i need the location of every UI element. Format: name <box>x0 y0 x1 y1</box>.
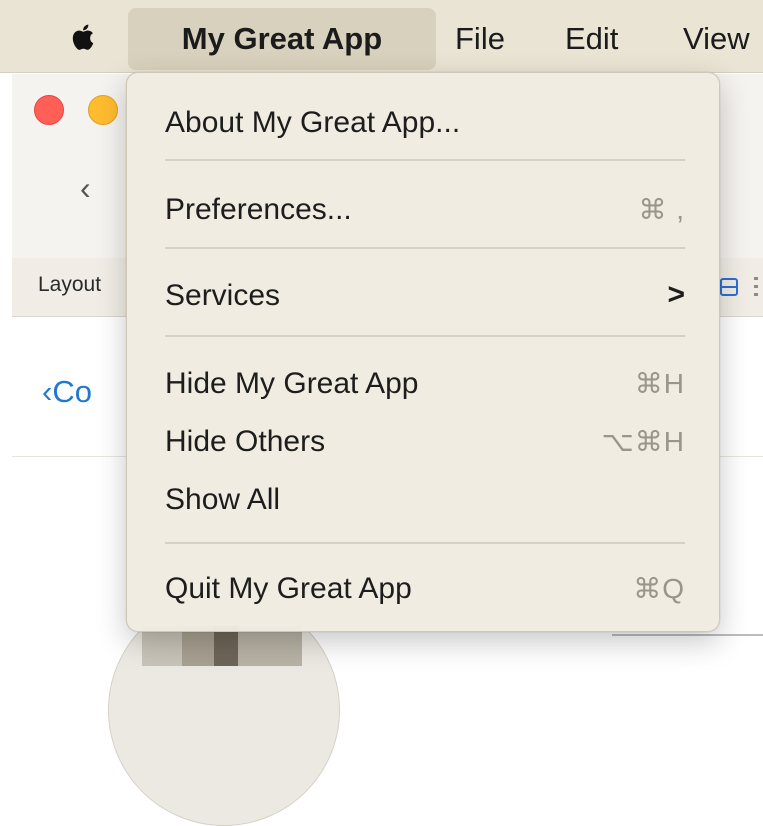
menu-separator <box>165 247 685 249</box>
apple-logo-icon[interactable] <box>68 22 96 52</box>
menu-item-services[interactable]: Services > <box>165 270 685 322</box>
view-menu[interactable]: View <box>683 8 750 70</box>
menu-item-about[interactable]: About My Great App... <box>165 97 685 149</box>
back-chevron-icon[interactable]: ‹ <box>80 170 91 207</box>
menu-item-label: Hide My Great App <box>165 367 419 400</box>
menu-item-show-all[interactable]: Show All <box>165 474 685 526</box>
menu-separator <box>165 159 685 161</box>
file-menu[interactable]: File <box>455 8 505 70</box>
edit-menu[interactable]: Edit <box>565 8 618 70</box>
menu-item-label: Show All <box>165 483 281 516</box>
menu-separator <box>165 335 685 337</box>
menu-item-hide-others[interactable]: Hide Others ⌥⌘H <box>165 416 685 468</box>
photo-image <box>142 626 302 666</box>
app-dropdown-menu: About My Great App... Preferences... ⌘ ,… <box>126 72 720 632</box>
close-window-button[interactable] <box>34 95 64 125</box>
back-link[interactable]: ‹Co <box>42 374 92 410</box>
menu-item-preferences[interactable]: Preferences... ⌘ , <box>165 184 685 236</box>
shortcut-label: ⌘Q <box>633 573 685 604</box>
menu-item-label: About My Great App... <box>165 106 461 139</box>
menu-item-label: Quit My Great App <box>165 572 412 605</box>
more-options-icon[interactable] <box>754 277 758 297</box>
menu-item-label: Services <box>165 279 281 312</box>
menu-bar: My Great App File Edit View <box>0 0 763 73</box>
menu-item-label: Preferences... <box>165 193 352 226</box>
sidebar-toggle-icon[interactable] <box>720 278 738 296</box>
menu-separator <box>165 542 685 544</box>
divider <box>612 634 763 636</box>
layout-label[interactable]: Layout <box>38 273 101 297</box>
app-menu[interactable]: My Great App <box>128 8 436 70</box>
menu-item-hide-app[interactable]: Hide My Great App ⌘H <box>165 358 685 410</box>
shortcut-label: ⌘ , <box>638 194 685 225</box>
shortcut-label: ⌘H <box>634 368 685 399</box>
minimize-window-button[interactable] <box>88 95 118 125</box>
submenu-chevron-icon: > <box>667 278 685 311</box>
menu-item-quit[interactable]: Quit My Great App ⌘Q <box>165 563 685 615</box>
menu-item-label: Hide Others <box>165 425 326 458</box>
shortcut-label: ⌥⌘H <box>601 426 685 457</box>
